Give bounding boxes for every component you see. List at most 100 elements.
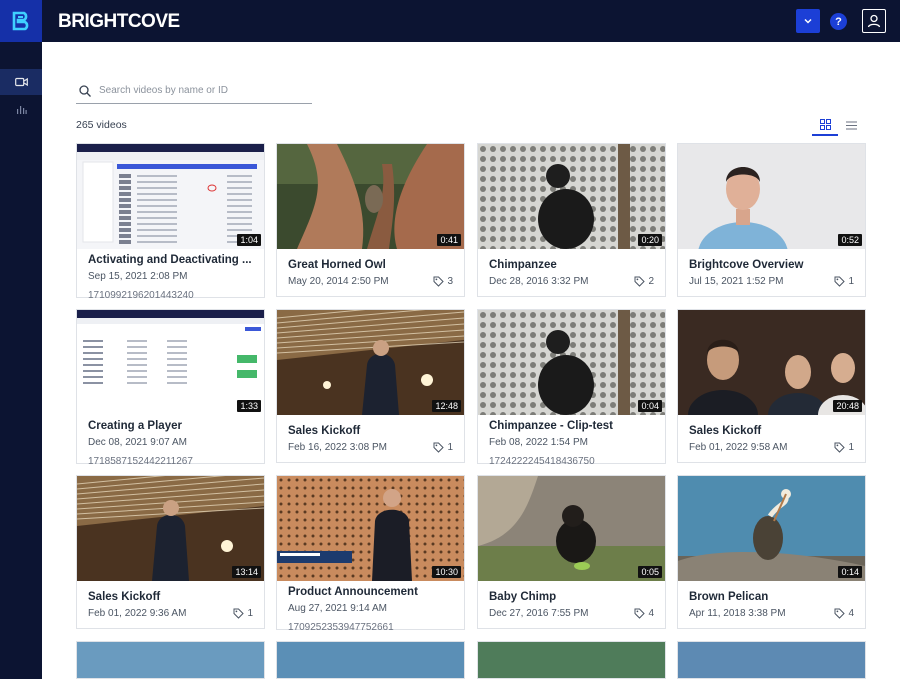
video-camera-icon xyxy=(14,77,28,87)
video-date: Feb 01, 2022 9:58 AM xyxy=(689,442,788,453)
video-date: Jul 15, 2021 1:52 PM xyxy=(689,276,784,287)
video-duration: 0:52 xyxy=(838,234,862,246)
video-card[interactable] xyxy=(276,641,465,679)
video-id: 1724222245418436750 xyxy=(489,456,595,467)
user-account-button[interactable] xyxy=(862,9,886,33)
search-bar xyxy=(76,78,312,104)
video-card[interactable] xyxy=(477,641,666,679)
video-thumbnail[interactable]: 0:41 xyxy=(277,144,464,249)
video-card[interactable]: 0:04 Chimpanzee - Clip-test Feb 08, 2022… xyxy=(477,309,666,467)
video-title[interactable]: Chimpanzee xyxy=(489,259,654,271)
video-thumbnail[interactable]: 12:48 xyxy=(277,310,464,415)
video-card[interactable]: 13:14 Sales Kickoff Feb 01, 2022 9:36 AM… xyxy=(76,475,265,629)
tag-count: 2 xyxy=(634,276,654,287)
tag-icon xyxy=(834,276,846,287)
video-card[interactable]: 10:30 Product Announcement Aug 27, 2021 … xyxy=(276,475,465,633)
video-thumbnail[interactable]: 20:48 xyxy=(678,310,865,415)
list-icon xyxy=(845,121,857,129)
brightcove-logo-icon[interactable] xyxy=(0,0,42,42)
video-date: Feb 08, 2022 1:54 PM xyxy=(489,437,588,448)
tag-count: 4 xyxy=(834,608,854,619)
video-count: 265 videos xyxy=(76,119,127,131)
sidebar-item-analytics[interactable] xyxy=(0,96,42,122)
brand-name: BRIGHTCOVE xyxy=(58,11,180,32)
video-date: Feb 01, 2022 9:36 AM xyxy=(88,608,187,619)
tag-count-value: 1 xyxy=(247,608,253,619)
tag-count: 1 xyxy=(233,608,253,619)
video-thumbnail[interactable]: 1:04 xyxy=(77,144,264,249)
video-card[interactable]: 1:33 Creating a Player Dec 08, 2021 9:07… xyxy=(76,309,265,467)
tag-icon xyxy=(634,608,646,619)
search-input[interactable] xyxy=(99,85,299,96)
video-title[interactable]: Chimpanzee - Clip-test xyxy=(489,420,654,432)
tag-count: 1 xyxy=(834,276,854,287)
video-thumbnail[interactable]: 13:14 xyxy=(77,476,264,581)
tag-count: 4 xyxy=(634,608,654,619)
grid-icon xyxy=(819,118,831,130)
video-date: Feb 16, 2022 3:08 PM xyxy=(288,442,387,453)
video-thumbnail[interactable]: 0:20 xyxy=(478,144,665,249)
video-date: Apr 11, 2018 3:38 PM xyxy=(689,608,786,619)
tag-icon xyxy=(834,442,846,453)
video-thumbnail[interactable]: 0:05 xyxy=(478,476,665,581)
account-dropdown-button[interactable] xyxy=(796,9,820,33)
video-title[interactable]: Sales Kickoff xyxy=(689,425,854,437)
tag-count-value: 4 xyxy=(848,608,854,619)
video-title[interactable]: Sales Kickoff xyxy=(288,425,453,437)
video-card[interactable] xyxy=(677,641,866,679)
video-card[interactable]: 1:04 Activating and Deactivating ... Sep… xyxy=(76,143,265,301)
video-thumbnail[interactable]: 0:04 xyxy=(478,310,665,415)
video-card[interactable]: 0:14 Brown Pelican Apr 11, 2018 3:38 PM … xyxy=(677,475,866,629)
video-thumbnail[interactable]: 1:33 xyxy=(77,310,264,415)
video-duration: 10:30 xyxy=(432,566,461,578)
tag-count: 3 xyxy=(433,276,453,287)
video-date: Dec 28, 2016 3:32 PM xyxy=(489,276,589,287)
top-bar: BRIGHTCOVE ? xyxy=(0,0,900,42)
video-title[interactable]: Brightcove Overview xyxy=(689,259,854,271)
tag-count-value: 4 xyxy=(648,608,654,619)
grid-view-toggle[interactable] xyxy=(812,114,838,136)
video-card[interactable]: 0:41 Great Horned Owl May 20, 2014 2:50 … xyxy=(276,143,465,297)
video-thumbnail[interactable]: 0:52 xyxy=(678,144,865,249)
tag-icon xyxy=(233,608,245,619)
video-card[interactable]: 0:20 Chimpanzee Dec 28, 2016 3:32 PM 2 xyxy=(477,143,666,297)
tag-count: 1 xyxy=(834,442,854,453)
video-title[interactable]: Creating a Player xyxy=(88,420,253,432)
tag-icon xyxy=(834,608,846,619)
sidebar xyxy=(0,42,42,679)
video-id: 1709252353947752661 xyxy=(288,622,394,633)
tag-icon xyxy=(433,442,445,453)
video-card[interactable]: 0:52 Brightcove Overview Jul 15, 2021 1:… xyxy=(677,143,866,297)
video-card[interactable]: 12:48 Sales Kickoff Feb 16, 2022 3:08 PM… xyxy=(276,309,465,463)
video-thumbnail[interactable]: 0:14 xyxy=(678,476,865,581)
video-title[interactable]: Product Announcement xyxy=(288,586,453,598)
video-card[interactable] xyxy=(76,641,265,679)
tag-icon xyxy=(634,276,646,287)
video-title[interactable]: Sales Kickoff xyxy=(88,591,253,603)
video-date: May 20, 2014 2:50 PM xyxy=(288,276,389,287)
video-title[interactable]: Great Horned Owl xyxy=(288,259,453,271)
video-duration: 0:05 xyxy=(638,566,662,578)
video-id: 1718587152442211267 xyxy=(88,456,193,467)
tag-count-value: 1 xyxy=(848,276,854,287)
video-duration: 12:48 xyxy=(432,400,461,412)
video-duration: 20:48 xyxy=(833,400,862,412)
video-date: Sep 15, 2021 2:08 PM xyxy=(88,271,188,282)
video-title[interactable]: Brown Pelican xyxy=(689,591,854,603)
video-duration: 1:33 xyxy=(237,400,261,412)
sidebar-item-media[interactable] xyxy=(0,69,42,95)
help-button[interactable]: ? xyxy=(830,13,847,30)
video-thumbnail[interactable]: 10:30 xyxy=(277,476,464,581)
list-view-toggle[interactable] xyxy=(840,114,862,136)
video-card[interactable]: 20:48 Sales Kickoff Feb 01, 2022 9:58 AM… xyxy=(677,309,866,463)
search-icon xyxy=(79,84,91,97)
video-date: Dec 08, 2021 9:07 AM xyxy=(88,437,187,448)
video-card[interactable]: 0:05 Baby Chimp Dec 27, 2016 7:55 PM 4 xyxy=(477,475,666,629)
video-title[interactable]: Baby Chimp xyxy=(489,591,654,603)
tag-count-value: 2 xyxy=(648,276,654,287)
video-title[interactable]: Activating and Deactivating ... xyxy=(88,254,253,266)
video-duration: 0:14 xyxy=(838,566,862,578)
video-duration: 0:41 xyxy=(437,234,461,246)
video-duration: 1:04 xyxy=(237,234,261,246)
tag-count-value: 1 xyxy=(447,442,453,453)
